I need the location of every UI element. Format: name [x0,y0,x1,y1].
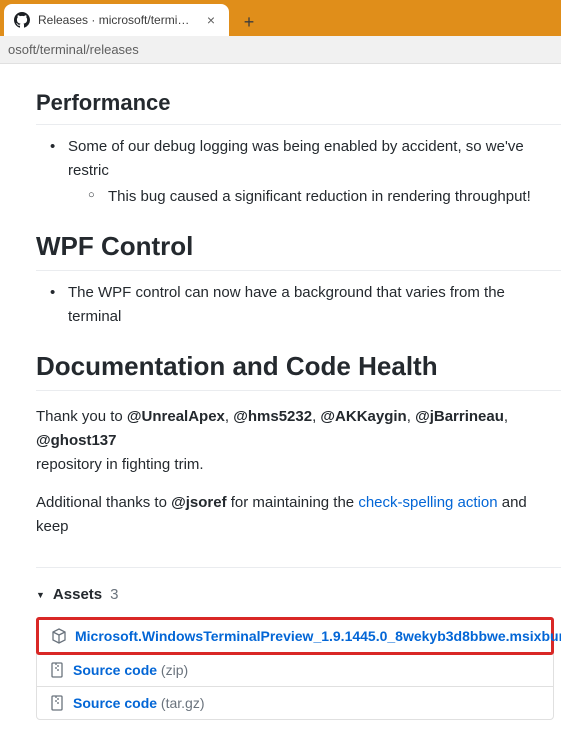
asset-row[interactable]: Microsoft.WindowsTerminalPreview_1.9.144… [39,620,551,652]
asset-link[interactable]: Source code (zip) [73,662,188,678]
mention[interactable]: @ghost137 [36,432,116,449]
caret-down-icon: ▼ [36,590,45,600]
github-favicon [14,12,30,28]
wpf-heading: WPF Control [36,231,561,271]
close-tab-icon[interactable]: × [203,12,219,28]
package-icon [51,628,67,644]
docs-heading: Documentation and Code Health [36,351,561,391]
highlight-annotation: Microsoft.WindowsTerminalPreview_1.9.144… [36,617,554,655]
mention[interactable]: @jBarrineau [415,408,504,425]
mention[interactable]: @hms5232 [233,408,312,425]
wpf-list: The WPF control can now have a backgroun… [36,281,561,329]
divider [36,567,561,568]
tab-title: Releases · microsoft/terminal · Gi [38,13,195,27]
check-spelling-link[interactable]: check-spelling action [358,494,497,511]
list-item: This bug caused a significant reduction … [96,185,561,209]
asset-row[interactable]: Source code (zip) [37,654,553,687]
new-tab-button[interactable]: + [235,8,263,36]
assets-toggle[interactable]: ▼ Assets 3 [36,586,561,603]
page-content: Performance Some of our debug logging wa… [0,64,561,740]
browser-tab[interactable]: Releases · microsoft/terminal · Gi × [4,4,229,36]
url-text: osoft/terminal/releases [8,42,139,57]
zip-icon [49,695,65,711]
list-item: Some of our debug logging was being enab… [56,135,561,209]
mention[interactable]: @AKKaygin [320,408,406,425]
performance-list: Some of our debug logging was being enab… [36,135,561,209]
list-item: The WPF control can now have a backgroun… [56,281,561,329]
zip-icon [49,662,65,678]
thankyou-paragraph-1: Thank you to @UnrealApex, @hms5232, @AKK… [36,405,561,477]
performance-heading: Performance [36,90,561,125]
mention[interactable]: @jsoref [171,494,226,511]
asset-link[interactable]: Source code (tar.gz) [73,695,205,711]
asset-list: Microsoft.WindowsTerminalPreview_1.9.144… [36,617,554,720]
thankyou-paragraph-2: Additional thanks to @jsoref for maintai… [36,491,561,539]
mention[interactable]: @UnrealApex [127,408,225,425]
address-bar[interactable]: osoft/terminal/releases [0,36,561,64]
asset-link[interactable]: Microsoft.WindowsTerminalPreview_1.9.144… [75,628,561,644]
browser-tab-bar: Releases · microsoft/terminal · Gi × + [0,0,561,36]
asset-row[interactable]: Source code (tar.gz) [37,687,553,719]
